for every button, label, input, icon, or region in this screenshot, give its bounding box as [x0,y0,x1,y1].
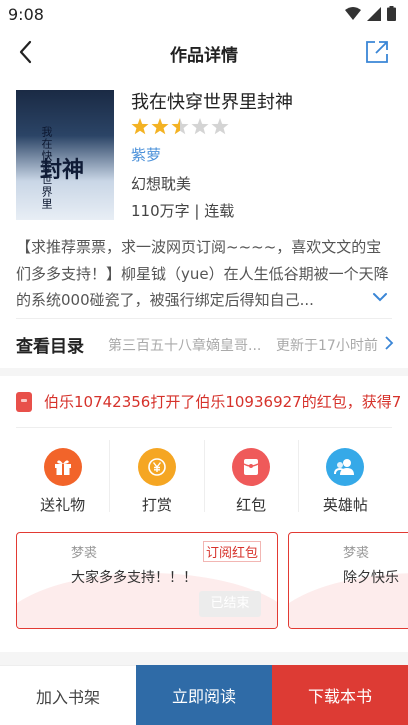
redpacket-card[interactable]: 梦裘 除夕快乐 [288,532,408,629]
card-status-button[interactable]: 已结束 [199,591,261,617]
star-empty-icon [211,118,229,135]
card-message: 大家多多支持！！！ [71,570,197,586]
rating-stars [131,118,229,135]
users-icon [326,448,365,486]
redpacket-notice-text: 伯乐10742356打开了伯乐10936927的红包，获得7 [44,393,402,411]
cover-title: 封神 [40,157,85,183]
book-cover[interactable]: 我在快穿世界里 封神 [16,90,114,220]
battery-icon [387,6,396,21]
book-description[interactable]: 【求推荐票票，求一波网页订阅~~~~，喜欢文文的宝们多多支持！】柳星钺（yue）… [16,234,392,314]
signal-icon [367,6,381,21]
divider [16,318,392,319]
bottom-action-bar: 加入书架 立即阅读 下载本书 [0,665,408,725]
card-user: 梦裘 [343,546,370,561]
hero-post-button[interactable]: 英雄帖 [299,440,392,514]
page-title: 作品详情 [170,46,238,66]
table-of-contents-row[interactable]: 查看目录 第三百五十八章嫡皇哥... 更新于17小时前 [0,322,408,364]
redpacket-cards: 梦裘 订阅红包 大家多多支持！！！ 已结束 梦裘 除夕快乐 [16,532,408,630]
redpacket-card[interactable]: 梦裘 订阅红包 大家多多支持！！！ 已结束 [16,532,278,629]
read-now-button[interactable]: 立即阅读 [136,665,272,725]
gift-icon [43,448,82,486]
redpacket-button[interactable]: 红包 [205,440,299,514]
chevron-down-icon[interactable] [371,290,389,304]
card-message: 除夕快乐 [343,570,399,586]
author-link[interactable]: 紫萝 [131,144,161,165]
action-label: 打赏 [141,496,172,514]
action-label: 英雄帖 [322,496,368,514]
status-time: 9:08 [8,5,44,24]
chevron-right-icon [385,336,394,350]
star-empty-icon [191,118,209,135]
genre-label: 幻想耽美 [131,175,192,193]
book-stats: 110万字 | 连载 [131,202,235,220]
nav-bar: 作品详情 [0,30,408,74]
redpacket-icon [232,448,271,486]
redpacket-notice[interactable]: 伯乐10742356打开了伯乐10936927的红包，获得7 [16,390,408,414]
redpacket-icon [16,392,32,412]
update-time: 更新于17小时前 [276,338,378,354]
status-bar: 9:08 [0,0,408,28]
tip-button[interactable]: 打赏 [110,440,205,514]
star-full-icon [151,118,169,135]
wifi-icon [345,6,361,20]
book-title: 我在快穿世界里封神 [131,92,293,113]
card-tag: 订阅红包 [202,541,261,562]
download-book-button[interactable]: 下载本书 [272,665,408,725]
section-separator [0,368,408,376]
action-label: 送礼物 [40,496,86,514]
section-separator [0,652,408,666]
latest-chapter: 第三百五十八章嫡皇哥... [108,338,262,354]
card-user: 梦裘 [71,546,98,561]
send-gift-button[interactable]: 送礼物 [16,440,111,514]
toc-label: 查看目录 [16,337,84,357]
action-label: 红包 [236,496,267,514]
divider [16,427,392,428]
star-half-icon [171,118,189,135]
action-row: 送礼物 打赏 红包 英雄帖 [16,440,392,514]
add-to-shelf-button[interactable]: 加入书架 [0,665,136,725]
star-full-icon [131,118,149,135]
share-icon[interactable] [364,39,390,65]
status-icons [345,6,396,21]
yen-icon [137,448,176,486]
